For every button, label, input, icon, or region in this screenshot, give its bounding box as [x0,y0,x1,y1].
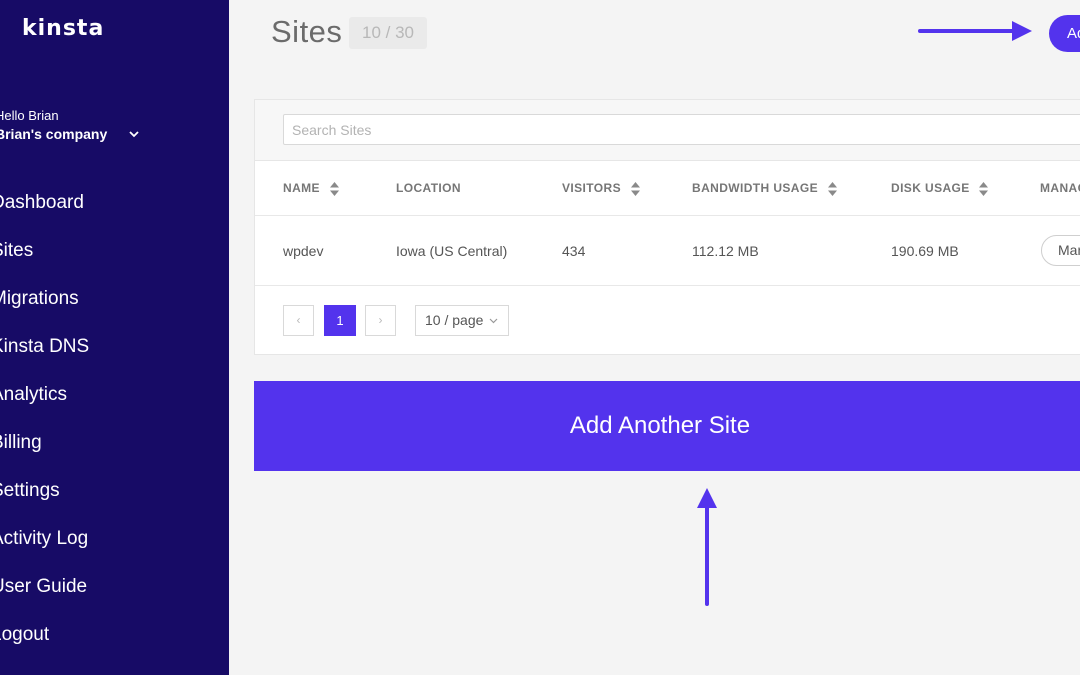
user-greeting: Hello Brian [0,108,59,123]
page-title: Sites [271,14,343,49]
cell-bandwidth: 112.12 MB [692,243,759,259]
column-header-location: LOCATION [396,181,461,195]
column-header-bandwidth-label: BANDWIDTH USAGE [692,181,818,195]
sidebar-item-migrations[interactable]: Migrations [0,282,89,330]
search-input[interactable] [283,114,1080,145]
sidebar-nav: Dashboard Sites Migrations Kinsta DNS An… [0,186,89,666]
sidebar-item-settings[interactable]: Settings [0,474,89,522]
divider [255,215,1080,216]
sort-icon[interactable] [630,181,640,196]
sidebar: kinsta Hello Brian Brian's company Dashb… [0,0,229,675]
column-header-manage-label: MANAGE [1040,181,1080,195]
column-header-name[interactable]: NAME [283,181,339,196]
column-header-visitors[interactable]: VISITORS [562,181,640,196]
column-header-disk-usage[interactable]: DISK USAGE [891,181,989,196]
arrow-right-icon [918,21,1032,41]
sidebar-item-logout[interactable]: Logout [0,618,89,666]
sort-icon[interactable] [329,181,339,196]
chevron-down-icon[interactable] [128,128,140,140]
cell-visitors: 434 [562,243,586,259]
column-header-visitors-label: VISITORS [562,181,621,195]
column-header-bandwidth[interactable]: BANDWIDTH USAGE [692,181,837,196]
sidebar-item-analytics[interactable]: Analytics [0,378,89,426]
add-site-button[interactable]: Add Site [1049,15,1080,52]
search-bar [255,100,1080,161]
column-header-name-label: NAME [283,181,320,195]
pagination-page-current[interactable]: 1 [324,305,356,336]
cell-location: Iowa (US Central) [396,243,508,259]
column-header-location-label: LOCATION [396,181,461,195]
manage-button[interactable]: Manage [1041,235,1080,266]
site-count-badge: 10 / 30 [349,17,427,49]
divider [255,285,1080,286]
column-header-disk-usage-label: DISK USAGE [891,181,970,195]
pagination-prev-button[interactable]: ‹ [283,305,314,336]
chevron-down-icon [489,318,498,324]
cell-disk-usage: 190.69 MB [891,243,959,259]
sort-icon[interactable] [827,181,837,196]
sidebar-item-user-guide[interactable]: User Guide [0,570,89,618]
column-header-manage: MANAGE [1040,181,1080,195]
sidebar-item-activity-log[interactable]: Activity Log [0,522,89,570]
sidebar-item-sites[interactable]: Sites [0,234,89,282]
company-switcher[interactable]: Brian's company [0,126,107,142]
kinsta-logo[interactable]: kinsta [22,16,104,41]
cell-site-name[interactable]: wpdev [283,243,323,259]
arrow-up-icon [697,488,717,606]
sidebar-item-dashboard[interactable]: Dashboard [0,186,89,234]
pagination-next-button[interactable]: › [365,305,396,336]
page-size-select[interactable]: 10 / page [415,305,509,336]
add-another-site-button[interactable]: Add Another Site [254,381,1080,471]
sidebar-item-kinsta-dns[interactable]: Kinsta DNS [0,330,89,378]
page-size-value: 10 / page [425,312,484,328]
sites-table-card: NAME LOCATION VISITORS BANDWIDTH USAGE D… [254,99,1080,355]
sort-icon[interactable] [979,181,989,196]
sidebar-item-billing[interactable]: Billing [0,426,89,474]
